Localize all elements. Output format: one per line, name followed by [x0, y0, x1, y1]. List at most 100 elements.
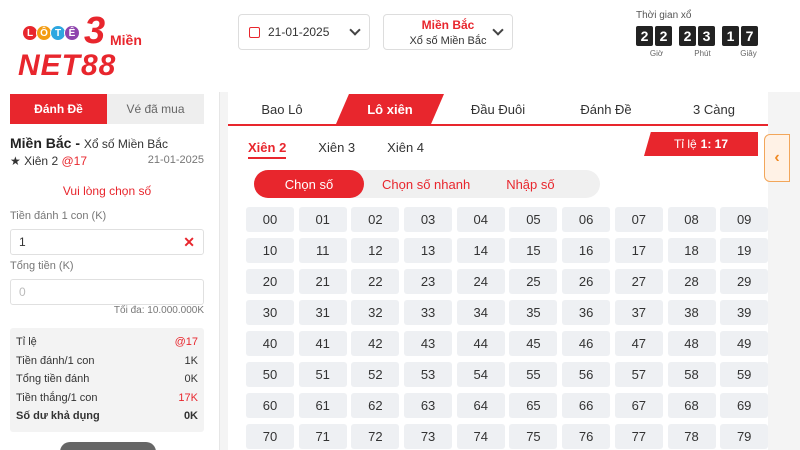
number-cell[interactable]: 79	[720, 424, 769, 449]
number-cell[interactable]: 43	[404, 331, 453, 356]
number-cell[interactable]: 74	[456, 424, 505, 449]
number-cell[interactable]: 04	[456, 207, 505, 232]
number-cell[interactable]: 56	[562, 362, 611, 387]
number-cell[interactable]: 34	[456, 300, 505, 325]
number-cell[interactable]: 02	[351, 207, 400, 232]
number-cell[interactable]: 73	[404, 424, 453, 449]
side-panel-toggle[interactable]: ‹	[764, 134, 790, 182]
number-cell[interactable]: 59	[720, 362, 769, 387]
number-cell[interactable]: 45	[509, 331, 558, 356]
number-cell[interactable]: 21	[298, 269, 347, 294]
number-cell[interactable]: 57	[614, 362, 663, 387]
number-cell[interactable]: 51	[298, 362, 347, 387]
subtab-xien-4[interactable]: Xiên 4	[387, 140, 424, 159]
number-cell[interactable]: 39	[720, 300, 769, 325]
number-cell[interactable]: 18	[667, 238, 716, 263]
number-cell[interactable]: 67	[614, 393, 663, 418]
number-cell[interactable]: 07	[614, 207, 663, 232]
number-cell[interactable]: 47	[614, 331, 663, 356]
per-unit-input[interactable]: 1 ✕	[10, 229, 204, 255]
tab-danh-de[interactable]: Đánh Đề	[552, 94, 660, 124]
number-cell[interactable]: 77	[614, 424, 663, 449]
number-cell[interactable]: 05	[509, 207, 558, 232]
number-cell[interactable]: 50	[246, 362, 294, 387]
number-cell[interactable]: 71	[298, 424, 347, 449]
number-cell[interactable]: 40	[246, 331, 294, 356]
number-cell[interactable]: 24	[456, 269, 505, 294]
number-cell[interactable]: 17	[614, 238, 663, 263]
mode-quick-choose[interactable]: Chọn số nhanh	[364, 170, 488, 198]
number-cell[interactable]: 27	[614, 269, 663, 294]
number-cell[interactable]: 66	[562, 393, 611, 418]
number-cell[interactable]: 31	[298, 300, 347, 325]
number-cell[interactable]: 37	[614, 300, 663, 325]
tab-lo-xien[interactable]: Lô xiên	[336, 94, 444, 124]
number-cell[interactable]: 08	[667, 207, 716, 232]
tab-place-bet[interactable]: Đánh Đề	[10, 94, 107, 124]
number-cell[interactable]: 53	[404, 362, 453, 387]
tab-3-cang[interactable]: 3 Càng	[660, 94, 768, 124]
number-cell[interactable]: 25	[509, 269, 558, 294]
number-cell[interactable]: 15	[509, 238, 558, 263]
number-cell[interactable]: 72	[351, 424, 400, 449]
number-cell[interactable]: 49	[720, 331, 769, 356]
number-cell[interactable]: 30	[246, 300, 294, 325]
number-cell[interactable]: 65	[509, 393, 558, 418]
number-cell[interactable]: 54	[456, 362, 505, 387]
number-cell[interactable]: 12	[351, 238, 400, 263]
submit-button[interactable]	[60, 442, 156, 450]
mode-enter-number[interactable]: Nhập số	[488, 170, 572, 198]
date-picker[interactable]: 21-01-2025	[238, 14, 370, 50]
number-cell[interactable]: 38	[667, 300, 716, 325]
number-cell[interactable]: 35	[509, 300, 558, 325]
number-cell[interactable]: 68	[667, 393, 716, 418]
total-input[interactable]: 0	[10, 279, 204, 305]
number-cell[interactable]: 06	[562, 207, 611, 232]
number-cell[interactable]: 28	[667, 269, 716, 294]
number-cell[interactable]: 46	[562, 331, 611, 356]
tab-bao-lo[interactable]: Bao Lô	[228, 94, 336, 124]
brand-logo[interactable]: L Ô T Ê 3 Miền NET88	[18, 10, 148, 84]
number-cell[interactable]: 64	[456, 393, 505, 418]
number-cell[interactable]: 78	[667, 424, 716, 449]
number-cell[interactable]: 69	[720, 393, 769, 418]
number-cell[interactable]: 42	[351, 331, 400, 356]
number-cell[interactable]: 70	[246, 424, 294, 449]
number-cell[interactable]: 48	[667, 331, 716, 356]
number-cell[interactable]: 63	[404, 393, 453, 418]
mode-choose-number[interactable]: Chọn số	[254, 170, 364, 198]
subtab-xien-3[interactable]: Xiên 3	[318, 140, 355, 159]
number-cell[interactable]: 13	[404, 238, 453, 263]
number-cell[interactable]: 14	[456, 238, 505, 263]
number-cell[interactable]: 55	[509, 362, 558, 387]
number-cell[interactable]: 03	[404, 207, 453, 232]
number-cell[interactable]: 00	[246, 207, 294, 232]
number-cell[interactable]: 33	[404, 300, 453, 325]
subtab-xien-2[interactable]: Xiên 2	[248, 140, 287, 159]
number-cell[interactable]: 61	[298, 393, 347, 418]
number-cell[interactable]: 09	[720, 207, 769, 232]
tab-dau-duoi[interactable]: Đầu Đuôi	[444, 94, 552, 124]
number-cell[interactable]: 75	[509, 424, 558, 449]
number-cell[interactable]: 29	[720, 269, 769, 294]
number-cell[interactable]: 16	[562, 238, 611, 263]
number-cell[interactable]: 01	[298, 207, 347, 232]
region-select[interactable]: Miền Bắc Xổ số Miền Bắc	[383, 14, 513, 50]
clear-icon[interactable]: ✕	[183, 234, 195, 251]
number-cell[interactable]: 20	[246, 269, 294, 294]
number-cell[interactable]: 23	[404, 269, 453, 294]
number-cell[interactable]: 10	[246, 238, 294, 263]
number-cell[interactable]: 11	[298, 238, 347, 263]
number-cell[interactable]: 36	[562, 300, 611, 325]
number-cell[interactable]: 22	[351, 269, 400, 294]
number-cell[interactable]: 41	[298, 331, 347, 356]
number-cell[interactable]: 76	[562, 424, 611, 449]
number-cell[interactable]: 19	[720, 238, 769, 263]
number-cell[interactable]: 52	[351, 362, 400, 387]
number-cell[interactable]: 44	[456, 331, 505, 356]
number-cell[interactable]: 60	[246, 393, 294, 418]
tab-bought-tickets[interactable]: Vé đã mua	[107, 94, 204, 124]
number-cell[interactable]: 62	[351, 393, 400, 418]
number-cell[interactable]: 58	[667, 362, 716, 387]
number-cell[interactable]: 26	[562, 269, 611, 294]
